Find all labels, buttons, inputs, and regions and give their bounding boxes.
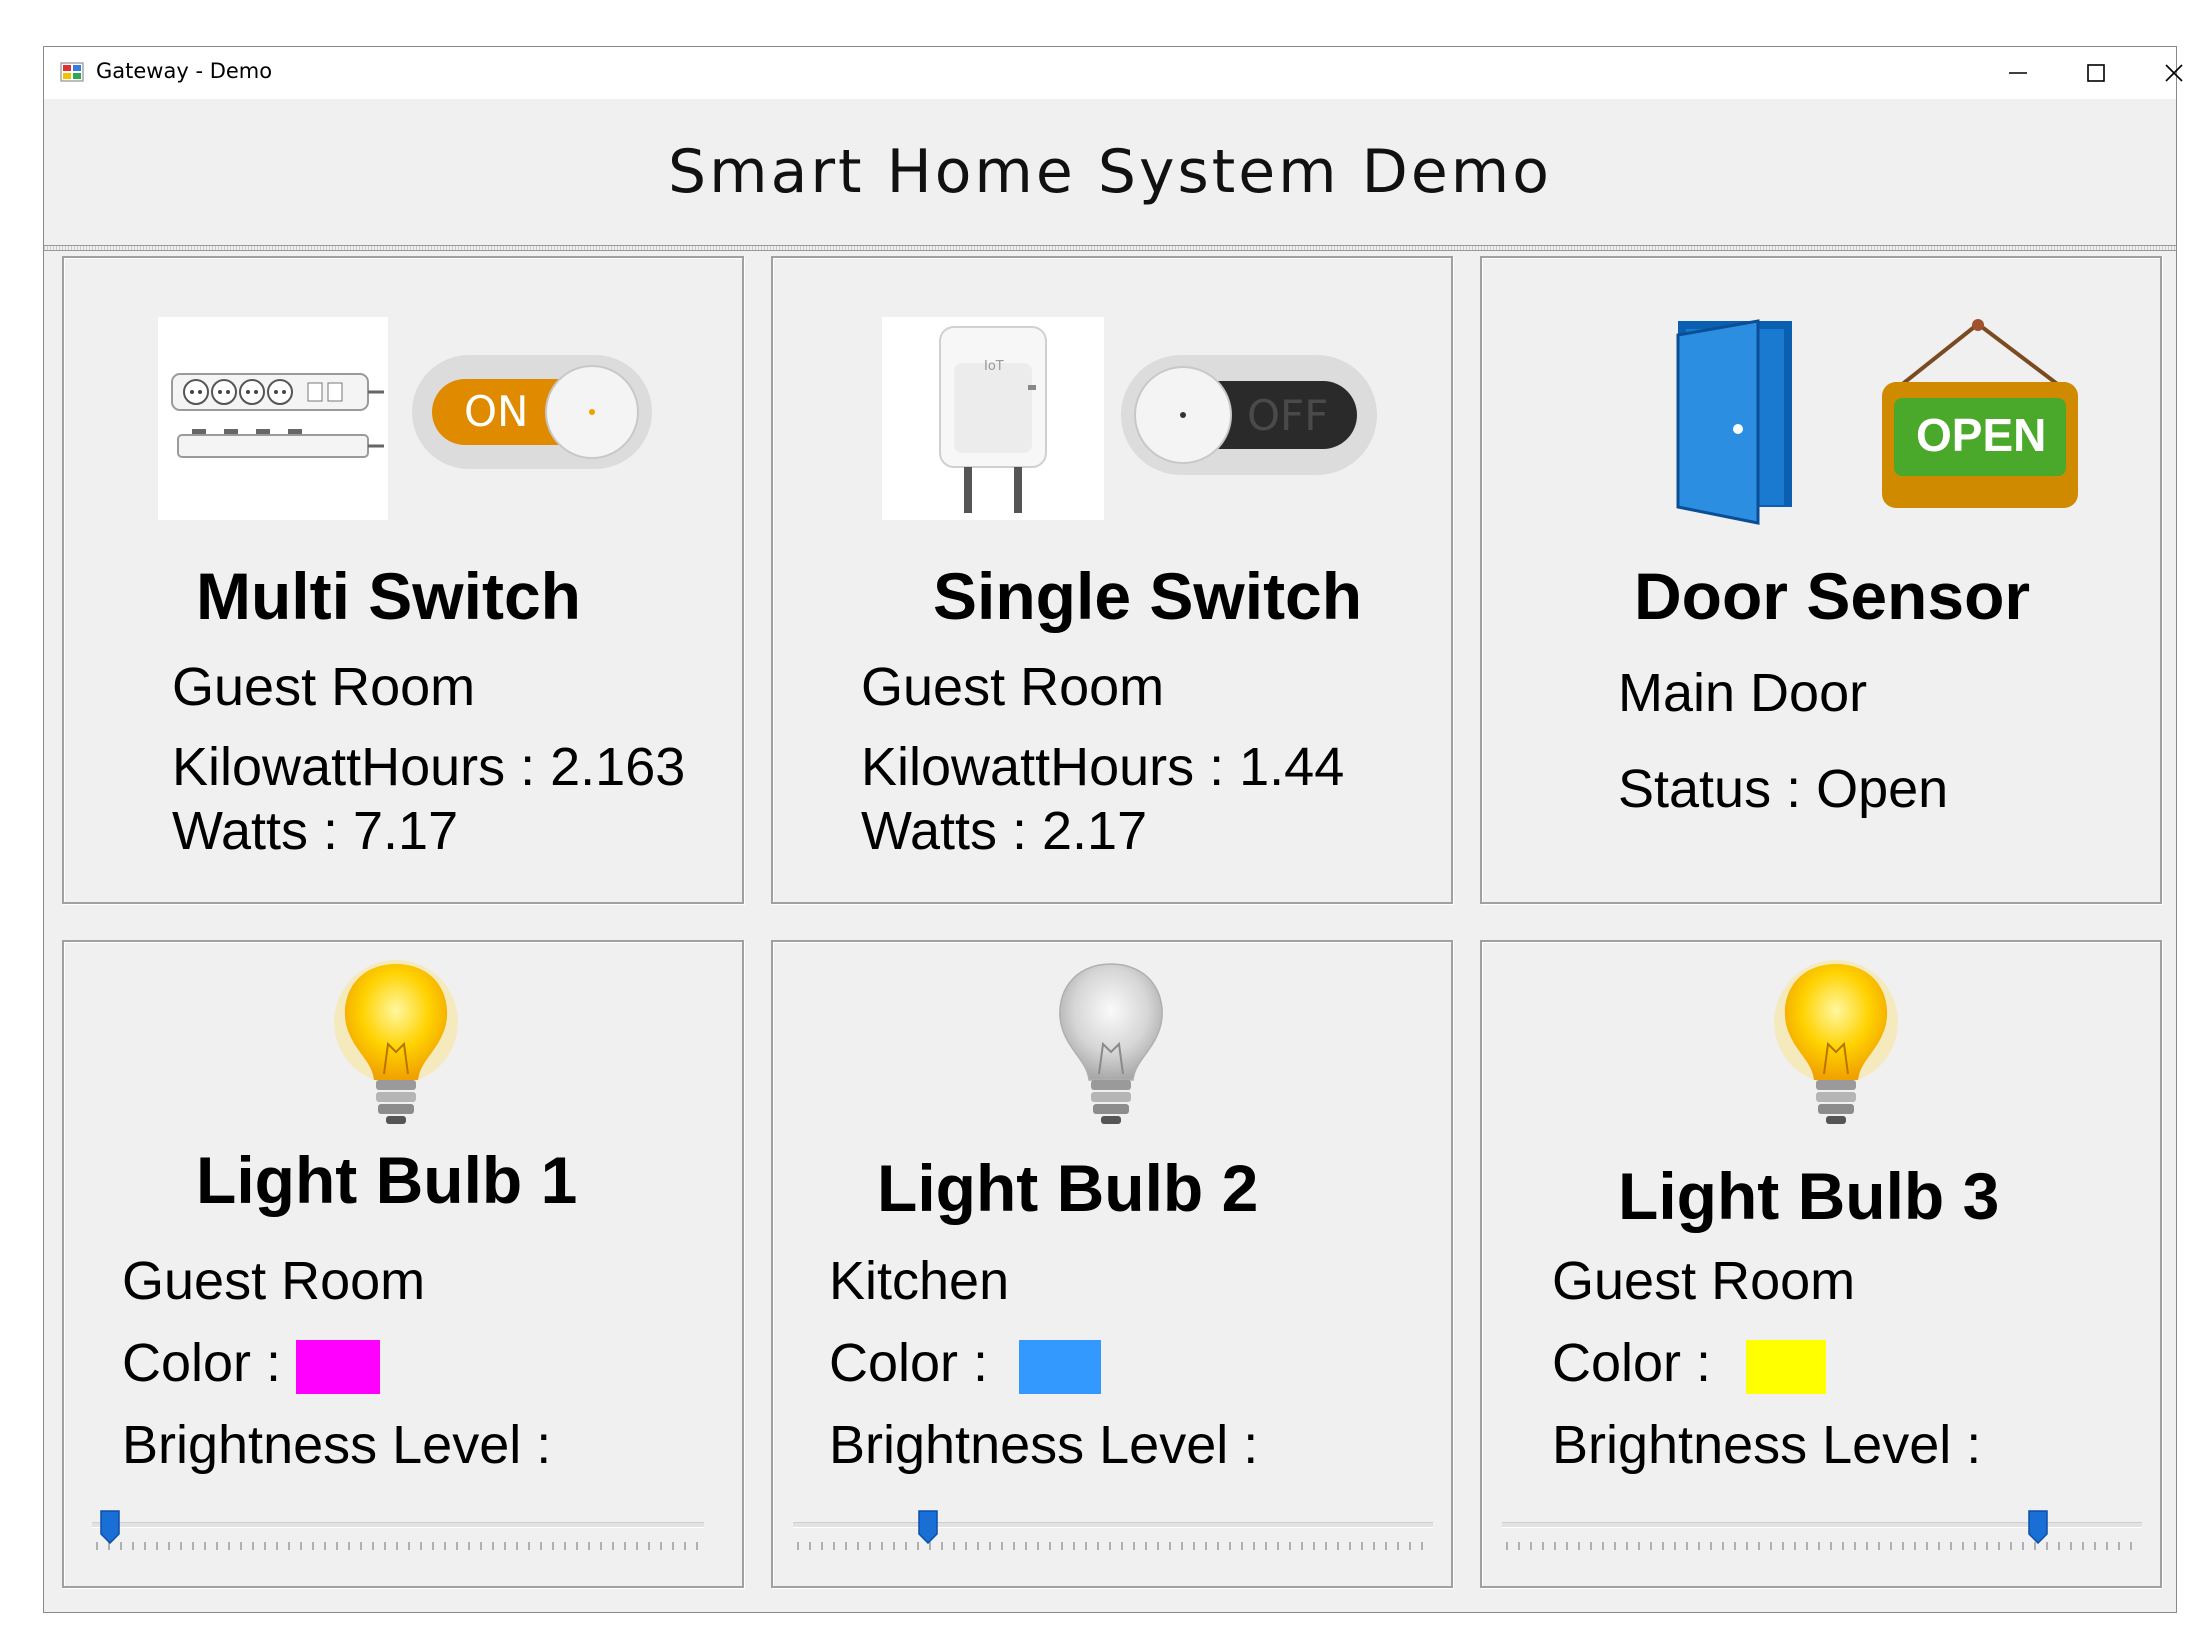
plug-badge: IoT bbox=[984, 359, 1004, 374]
slider-thumb[interactable] bbox=[918, 1510, 938, 1544]
close-button[interactable] bbox=[2135, 47, 2204, 99]
toggle-off-label: OFF bbox=[1247, 391, 1329, 440]
device-title: Light Bulb 3 bbox=[1618, 1159, 2000, 1233]
device-title: Door Sensor bbox=[1634, 559, 2031, 633]
kilowatt-hours: KilowattHours : 1.44 bbox=[861, 737, 1345, 797]
single-switch-panel: IoT OFF Single Switch Guest Room Kilowat… bbox=[771, 256, 1453, 904]
smart-plug-icon bbox=[939, 326, 1047, 513]
open-sign-label: OPEN bbox=[1916, 409, 2047, 461]
brightness-label: Brightness Level : bbox=[829, 1415, 1259, 1475]
light-bulb-off-icon bbox=[1059, 963, 1163, 1124]
device-room: Guest Room bbox=[861, 657, 1165, 717]
open-sign-icon: OPEN bbox=[1878, 318, 2082, 508]
close-icon bbox=[2165, 64, 2183, 82]
color-label: Color : bbox=[122, 1333, 282, 1393]
light-bulb-2-panel: Light Bulb 2 Kitchen Color : Brightness … bbox=[771, 940, 1453, 1588]
slider-track bbox=[92, 1522, 704, 1528]
color-swatch bbox=[296, 1340, 380, 1394]
brightness-label: Brightness Level : bbox=[1552, 1415, 1982, 1475]
brightness-slider[interactable] bbox=[1502, 1510, 2142, 1560]
device-title: Light Bulb 1 bbox=[196, 1143, 578, 1217]
door-icon bbox=[1676, 319, 1792, 525]
single-switch-toggle[interactable]: OFF bbox=[1119, 353, 1379, 477]
slider-thumb[interactable] bbox=[2027, 1510, 2048, 1544]
device-title: Multi Switch bbox=[196, 559, 581, 633]
light-bulb-1-panel: Light Bulb 1 Guest Room Color : Brightne… bbox=[62, 940, 744, 1588]
color-swatch bbox=[1746, 1340, 1826, 1394]
device-room: Guest Room bbox=[1552, 1251, 1856, 1311]
watts: Watts : 2.17 bbox=[861, 801, 1148, 861]
window-title: Gateway - Demo bbox=[96, 59, 273, 83]
color-label: Color : bbox=[1552, 1333, 1712, 1393]
light-bulb-3-panel: Light Bulb 3 Guest Room Color : Brightne… bbox=[1480, 940, 2162, 1588]
minimize-button[interactable] bbox=[1979, 47, 2057, 99]
minimize-icon bbox=[2009, 72, 2027, 74]
slider-track bbox=[793, 1522, 1433, 1528]
device-title: Single Switch bbox=[933, 559, 1363, 633]
slider-ticks bbox=[96, 1542, 700, 1550]
app-window: Gateway - Demo Smart Home System Demo ON… bbox=[43, 46, 2183, 1613]
kilowatt-hours: KilowattHours : 2.163 bbox=[172, 737, 686, 797]
slider-thumb[interactable] bbox=[100, 1510, 120, 1544]
watts: Watts : 7.17 bbox=[172, 801, 459, 861]
maximize-button[interactable] bbox=[2057, 47, 2135, 99]
brightness-slider[interactable] bbox=[92, 1510, 704, 1560]
multi-switch-panel: ON Multi Switch Guest Room KilowattHours… bbox=[62, 256, 744, 904]
color-label: Color : bbox=[829, 1333, 989, 1393]
device-room: Guest Room bbox=[122, 1251, 426, 1311]
light-bulb-on-icon bbox=[334, 960, 458, 1124]
door-status: Status : Open bbox=[1618, 759, 1949, 819]
app-window-icon bbox=[60, 62, 84, 82]
maximize-icon bbox=[2087, 64, 2105, 82]
device-room: Guest Room bbox=[172, 657, 476, 717]
multi-switch-image bbox=[158, 317, 388, 520]
light-bulb-on-icon bbox=[1774, 960, 1898, 1124]
title-bar: Gateway - Demo bbox=[44, 47, 2183, 99]
power-strip-icon bbox=[171, 373, 384, 458]
brightness-label: Brightness Level : bbox=[122, 1415, 552, 1475]
color-swatch bbox=[1019, 1340, 1101, 1394]
header-divider bbox=[44, 245, 2176, 251]
toggle-on-label: ON bbox=[464, 387, 529, 436]
door-location: Main Door bbox=[1618, 663, 1868, 723]
page-title: Smart Home System Demo bbox=[668, 137, 1552, 207]
brightness-slider[interactable] bbox=[793, 1510, 1433, 1560]
multi-switch-toggle[interactable]: ON bbox=[410, 353, 654, 471]
slider-ticks bbox=[797, 1542, 1429, 1550]
device-title: Light Bulb 2 bbox=[877, 1151, 1259, 1225]
device-room: Kitchen bbox=[829, 1251, 1010, 1311]
door-sensor-panel: OPEN Door Sensor Main Door Status : Open bbox=[1480, 256, 2162, 904]
single-switch-image: IoT bbox=[882, 317, 1104, 520]
